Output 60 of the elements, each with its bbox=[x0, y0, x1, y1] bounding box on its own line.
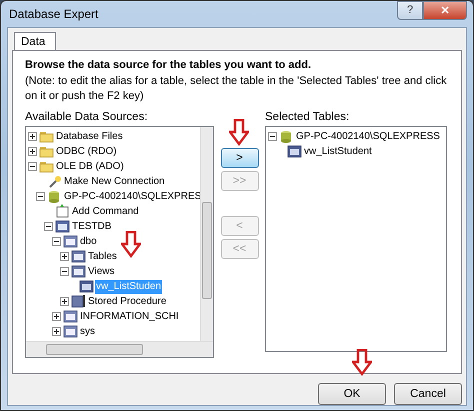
expand-toggle[interactable] bbox=[52, 312, 61, 321]
expand-toggle[interactable] bbox=[268, 132, 277, 141]
available-sources-tree[interactable]: Database Files ODBC (RDO) OLE DB (ADO) Make New Connection GP-PC-4002140\SQLEXPRES Add Command TESTDB dbo Tables Views vw_ListStuden Stored Procedure INFORMATION_SCHI sys bbox=[25, 126, 214, 358]
vertical-scrollbar[interactable] bbox=[200, 127, 213, 342]
tree-item[interactable]: Add Command bbox=[71, 204, 140, 218]
tree-item[interactable]: sys bbox=[79, 324, 96, 338]
server-icon bbox=[279, 129, 294, 144]
selected-tables-tree[interactable]: GP-PC-4002140\SQLEXPRESS vw_ListStudent bbox=[265, 126, 447, 352]
view-icon bbox=[79, 279, 94, 294]
folder-icon bbox=[39, 159, 54, 174]
expand-toggle[interactable] bbox=[28, 132, 37, 141]
group-icon bbox=[71, 264, 86, 279]
tree-item[interactable]: INFORMATION_SCHI bbox=[79, 310, 180, 324]
tab[interactable]: Data bbox=[14, 32, 56, 51]
tree-item[interactable]: dbo bbox=[79, 234, 98, 248]
cancel-button[interactable]: Cancel bbox=[394, 383, 462, 405]
tree-item[interactable]: TESTDB bbox=[71, 220, 112, 234]
selected-tables-label: Selected Tables: bbox=[265, 111, 350, 123]
expand-toggle[interactable] bbox=[60, 297, 69, 306]
tree-item[interactable]: Database Files bbox=[55, 130, 124, 144]
folder-icon bbox=[39, 129, 54, 144]
instruction-heading: Browse the data source for the tables you want to add. bbox=[25, 59, 312, 71]
database-icon bbox=[55, 219, 70, 234]
annotation-arrow-icon bbox=[229, 119, 249, 146]
expand-toggle[interactable] bbox=[36, 192, 45, 201]
expand-toggle[interactable] bbox=[52, 237, 61, 246]
help-button[interactable]: ? bbox=[397, 0, 423, 20]
tree-item[interactable]: Make New Connection bbox=[63, 174, 166, 188]
horizontal-scrollbar[interactable] bbox=[26, 341, 213, 357]
window-title: Database Expert bbox=[8, 7, 100, 21]
available-sources-label: Available Data Sources: bbox=[25, 111, 149, 123]
tree-item[interactable]: vw_ListStudent bbox=[303, 144, 373, 158]
group-icon bbox=[71, 249, 86, 264]
view-icon bbox=[287, 144, 302, 159]
connection-icon bbox=[47, 174, 62, 189]
expand-toggle[interactable] bbox=[44, 222, 53, 231]
expand-toggle[interactable] bbox=[60, 252, 69, 261]
tree-item[interactable]: GP-PC-4002140\SQLEXPRESS bbox=[295, 130, 441, 144]
folder-icon bbox=[39, 144, 54, 159]
tree-item[interactable]: OLE DB (ADO) bbox=[55, 160, 125, 174]
ok-button[interactable]: OK bbox=[318, 383, 386, 405]
procedure-icon bbox=[71, 294, 86, 309]
tree-item[interactable]: Tables bbox=[87, 250, 118, 264]
schema-icon bbox=[63, 309, 78, 324]
tree-item[interactable]: ODBC (RDO) bbox=[55, 144, 118, 158]
expand-toggle[interactable] bbox=[28, 162, 37, 171]
schema-icon bbox=[63, 324, 78, 339]
expand-toggle[interactable] bbox=[52, 327, 61, 336]
server-icon bbox=[47, 189, 62, 204]
note-text: (Note: to edit the alias for a table, select the table in the 'Selected Tables' tree and click on it or push the F2 key) bbox=[25, 74, 448, 104]
tree-item[interactable]: Views bbox=[87, 264, 116, 278]
annotation-arrow-icon bbox=[352, 349, 372, 376]
expand-toggle[interactable] bbox=[28, 147, 37, 156]
annotation-arrow-icon bbox=[121, 231, 141, 258]
expand-toggle[interactable] bbox=[60, 267, 69, 276]
command-icon bbox=[55, 204, 70, 219]
add-button[interactable]: > bbox=[220, 148, 258, 168]
tree-item[interactable]: Stored Procedure bbox=[87, 294, 168, 308]
schema-icon bbox=[63, 234, 78, 249]
tree-item[interactable]: GP-PC-4002140\SQLEXPRES bbox=[63, 190, 202, 204]
